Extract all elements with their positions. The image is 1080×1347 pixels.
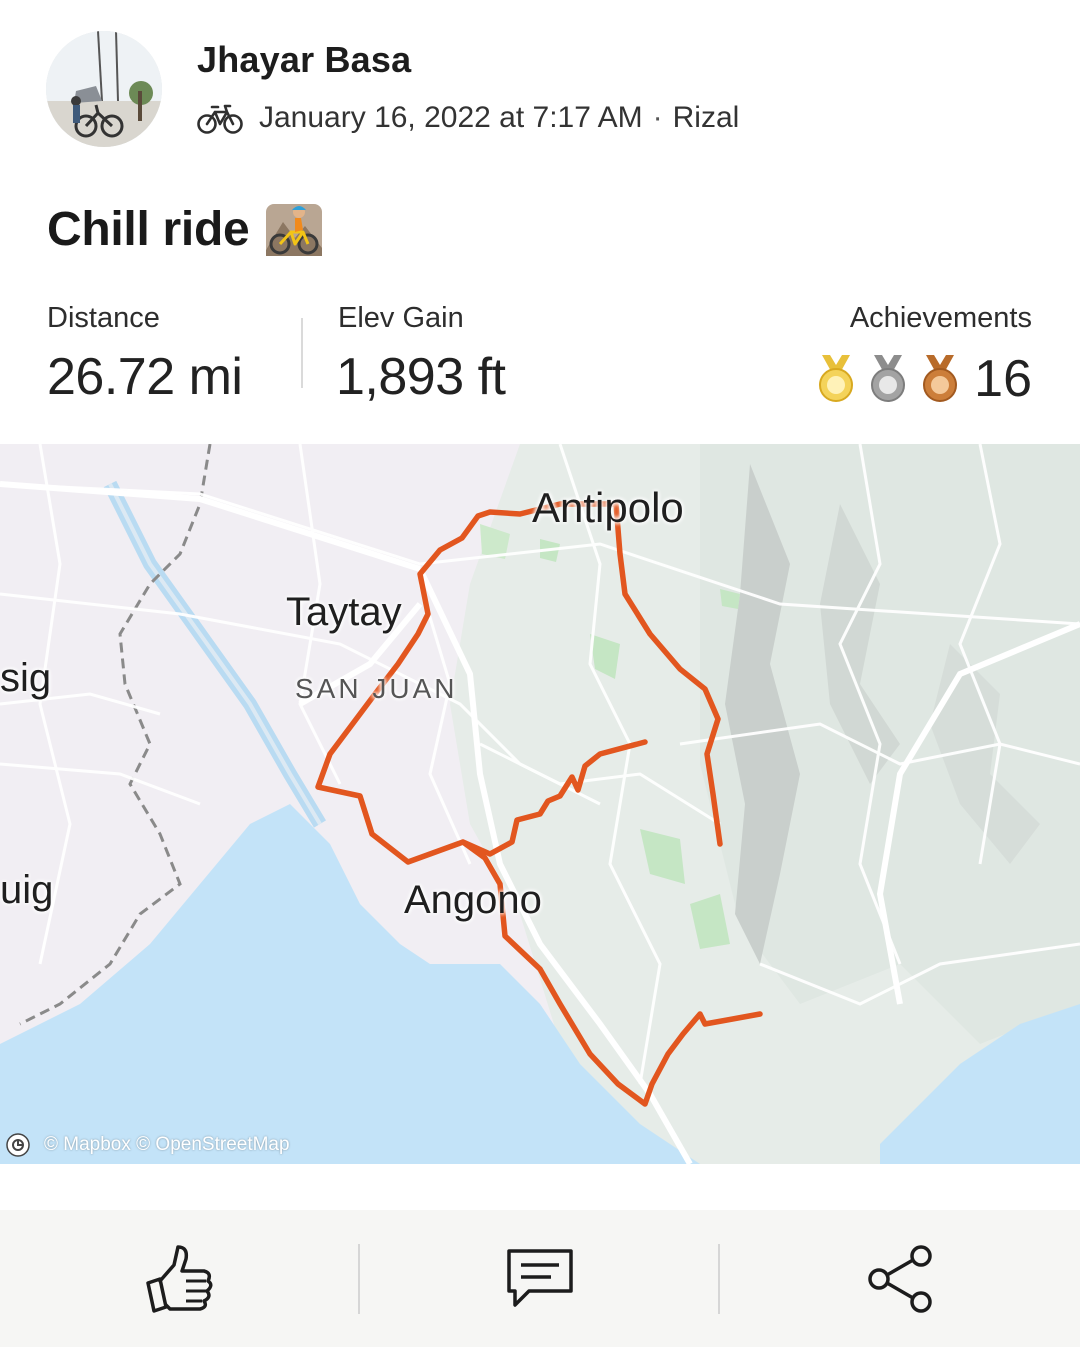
elevation-label: Elev Gain [338,302,464,334]
activity-location: Rizal [672,101,740,134]
achievements-count[interactable]: 16 [974,348,1032,410]
activity-title[interactable]: Chill ride [47,202,250,257]
activity-date: January 16, 2022 at 7:17 AM [259,101,643,134]
map-label-san-juan: SAN JUAN [295,673,458,704]
map-attribution[interactable]: © Mapbox © OpenStreetMap [6,1132,290,1158]
activity-meta: January 16, 2022 at 7:17 AM · Rizal [197,98,739,138]
thumbs-up-icon [145,1244,212,1313]
distance-value: 26.72 mi [47,348,243,406]
route-map[interactable]: Antipolo Taytay SAN JUAN Angono sig uig … [0,444,1080,1164]
elevation-value: 1,893 ft [336,348,506,406]
bronze-medal-icon [923,355,957,402]
share-icon [867,1244,932,1313]
stats-divider [301,318,303,388]
avatar[interactable] [46,31,162,147]
meta-separator: · [652,101,663,134]
map-label-antipolo: Antipolo [532,484,684,531]
action-bar [0,1210,1080,1347]
distance-label: Distance [47,302,160,334]
achievement-medals[interactable] [814,352,970,404]
kudos-button[interactable] [0,1210,359,1347]
gold-medal-icon [819,355,853,402]
map-label-angono: Angono [404,878,542,922]
person-mountain-biking-emoji [266,204,323,256]
map-label-taytay: Taytay [286,590,402,634]
mapbox-logo-icon [6,1133,30,1157]
share-button[interactable] [720,1210,1079,1347]
map-label-pasig: sig [0,656,52,700]
activity-card: Jhayar Basa January 16, 2022 at 7:17 AM … [0,0,1080,1347]
map-label-taguig: uig [0,868,54,912]
activity-title-row: Chill ride [47,197,323,261]
map-canvas [0,444,1080,1164]
comment-button[interactable] [360,1210,719,1347]
silver-medal-icon [871,355,905,402]
attribution-text: © Mapbox © OpenStreetMap [44,1134,290,1155]
achievements-label: Achievements [849,302,1032,334]
athlete-name[interactable]: Jhayar Basa [197,38,411,82]
bike-icon [197,104,243,134]
comment-icon [506,1248,573,1307]
